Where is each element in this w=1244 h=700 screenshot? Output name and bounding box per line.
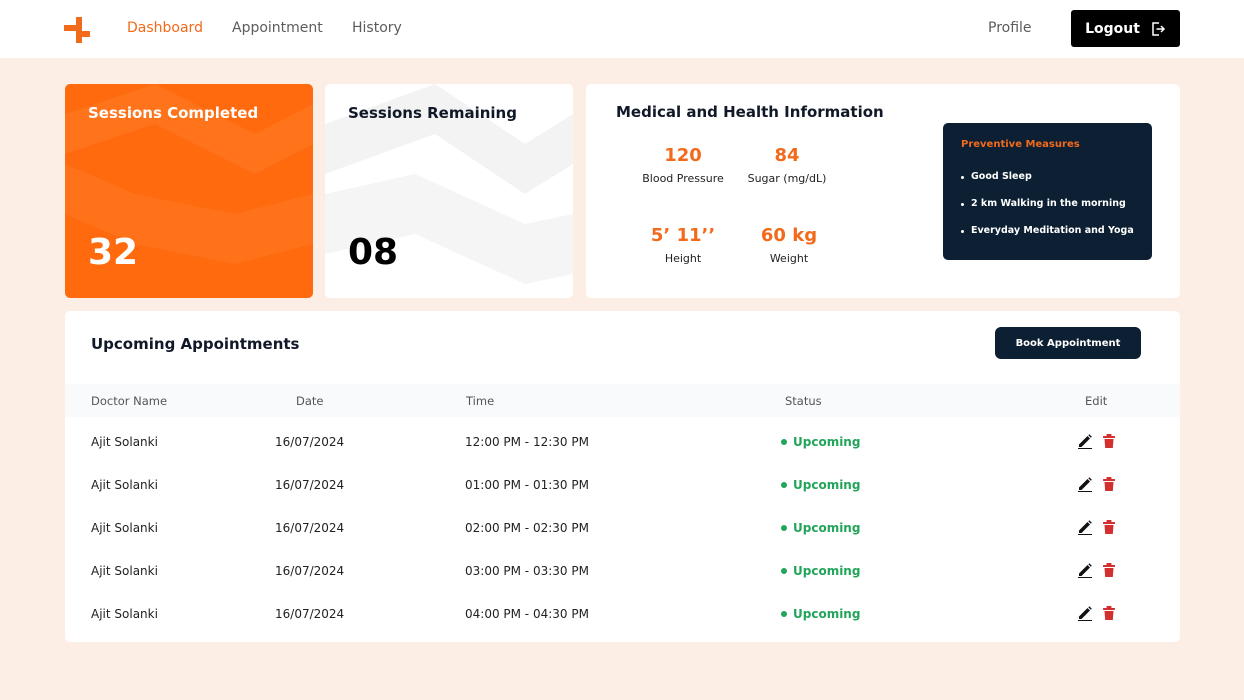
trash-icon[interactable] xyxy=(1101,562,1117,578)
doctor-name-cell: Ajit Solanki xyxy=(91,478,158,492)
upcoming-appointments-title: Upcoming Appointments xyxy=(91,335,300,353)
metric-label: Weight xyxy=(769,252,809,265)
metric-weight: 60 kg Weight xyxy=(734,225,844,265)
column-header-doctor: Doctor Name xyxy=(91,394,168,408)
pencil-icon[interactable] xyxy=(1077,433,1093,449)
doctor-name-cell: Ajit Solanki xyxy=(91,607,158,621)
table-row: Ajit Solanki 16/07/2024 02:00 PM - 02:30… xyxy=(65,508,1180,551)
sessions-remaining-title: Sessions Remaining xyxy=(348,104,517,122)
preventive-item: Everyday Meditation and Yoga xyxy=(961,224,1134,251)
trash-icon[interactable] xyxy=(1101,476,1117,492)
status-dot-icon xyxy=(781,482,787,488)
nav-link-dashboard[interactable]: Dashboard xyxy=(127,20,203,36)
time-cell: 04:00 PM - 04:30 PM xyxy=(465,607,589,621)
metric-label: Height xyxy=(664,252,702,265)
pencil-icon[interactable] xyxy=(1077,605,1093,621)
status-badge: Upcoming xyxy=(781,607,860,621)
table-row: Ajit Solanki 16/07/2024 12:00 PM - 12:30… xyxy=(65,422,1180,465)
column-header-time: Time xyxy=(466,394,495,408)
trash-icon[interactable] xyxy=(1101,433,1117,449)
metric-blood-pressure: 120 Blood Pressure xyxy=(628,145,738,185)
metric-sugar: 84 Sugar (mg/dL) xyxy=(732,145,842,185)
status-label: Upcoming xyxy=(793,564,861,578)
time-cell: 01:00 PM - 01:30 PM xyxy=(465,478,589,492)
status-label: Upcoming xyxy=(793,607,861,621)
status-dot-icon xyxy=(781,439,787,445)
trash-icon[interactable] xyxy=(1101,519,1117,535)
date-cell: 16/07/2024 xyxy=(275,478,345,492)
pencil-icon[interactable] xyxy=(1077,476,1093,492)
status-label: Upcoming xyxy=(793,521,861,535)
status-badge: Upcoming xyxy=(781,564,860,578)
trash-icon[interactable] xyxy=(1101,605,1117,621)
date-cell: 16/07/2024 xyxy=(275,521,345,535)
book-appointment-button[interactable]: Book Appointment xyxy=(995,327,1141,359)
preventive-measures-panel: Preventive Measures Good Sleep 2 km Walk… xyxy=(943,123,1152,260)
sessions-remaining-card: Sessions Remaining 08 xyxy=(325,84,573,298)
preventive-measures-list: Good Sleep 2 km Walking in the morning E… xyxy=(961,170,1134,251)
sessions-completed-title: Sessions Completed xyxy=(88,104,259,122)
metric-label: Sugar (mg/dL) xyxy=(747,172,827,185)
upcoming-appointments-panel: Upcoming Appointments Book Appointment D… xyxy=(65,311,1180,642)
column-header-edit: Edit xyxy=(1085,394,1108,408)
metric-value: 84 xyxy=(774,145,800,166)
logout-button[interactable]: Logout xyxy=(1071,10,1180,47)
logout-label: Logout xyxy=(1085,20,1140,37)
date-cell: 16/07/2024 xyxy=(275,435,345,449)
brand-logo-icon[interactable] xyxy=(64,17,90,43)
preventive-item: Good Sleep xyxy=(961,170,1134,197)
doctor-name-cell: Ajit Solanki xyxy=(91,435,158,449)
logout-icon xyxy=(1152,21,1165,36)
table-row: Ajit Solanki 16/07/2024 01:00 PM - 01:30… xyxy=(65,465,1180,508)
table-row: Ajit Solanki 16/07/2024 03:00 PM - 03:30… xyxy=(65,551,1180,594)
doctor-name-cell: Ajit Solanki xyxy=(91,564,158,578)
table-row: Ajit Solanki 16/07/2024 04:00 PM - 04:30… xyxy=(65,594,1180,637)
nav-link-profile[interactable]: Profile xyxy=(988,20,1032,36)
status-badge: Upcoming xyxy=(781,478,860,492)
date-cell: 16/07/2024 xyxy=(275,607,345,621)
time-cell: 12:00 PM - 12:30 PM xyxy=(465,435,589,449)
medical-info-card: Medical and Health Information 120 Blood… xyxy=(586,84,1180,298)
nav-link-appointment[interactable]: Appointment xyxy=(232,20,323,36)
column-header-date: Date xyxy=(296,394,324,408)
column-header-status: Status xyxy=(785,394,822,408)
sessions-remaining-value: 08 xyxy=(348,232,399,273)
metric-label: Blood Pressure xyxy=(642,172,724,185)
nav-link-history[interactable]: History xyxy=(352,20,402,36)
table-header: Doctor Name Date Time Status Edit xyxy=(65,384,1180,417)
pencil-icon[interactable] xyxy=(1077,562,1093,578)
sessions-completed-value: 32 xyxy=(88,232,139,273)
medical-info-title: Medical and Health Information xyxy=(616,103,884,121)
metric-value: 60 kg xyxy=(760,225,818,246)
status-dot-icon xyxy=(781,525,787,531)
preventive-measures-title: Preventive Measures xyxy=(961,139,1080,150)
time-cell: 02:00 PM - 02:30 PM xyxy=(465,521,589,535)
status-label: Upcoming xyxy=(793,478,861,492)
doctor-name-cell: Ajit Solanki xyxy=(91,521,158,535)
status-badge: Upcoming xyxy=(781,435,860,449)
metric-height: 5’ 11’’ Height xyxy=(628,225,738,265)
status-label: Upcoming xyxy=(793,435,861,449)
metric-value: 5’ 11’’ xyxy=(650,225,716,246)
status-dot-icon xyxy=(781,611,787,617)
metric-value: 120 xyxy=(664,145,702,166)
date-cell: 16/07/2024 xyxy=(275,564,345,578)
time-cell: 03:00 PM - 03:30 PM xyxy=(465,564,589,578)
status-badge: Upcoming xyxy=(781,521,860,535)
status-dot-icon xyxy=(781,568,787,574)
top-navbar: Dashboard Appointment History Profile Lo… xyxy=(0,0,1244,58)
pencil-icon[interactable] xyxy=(1077,519,1093,535)
preventive-item: 2 km Walking in the morning xyxy=(961,197,1134,224)
sessions-completed-card: Sessions Completed 32 xyxy=(65,84,313,298)
